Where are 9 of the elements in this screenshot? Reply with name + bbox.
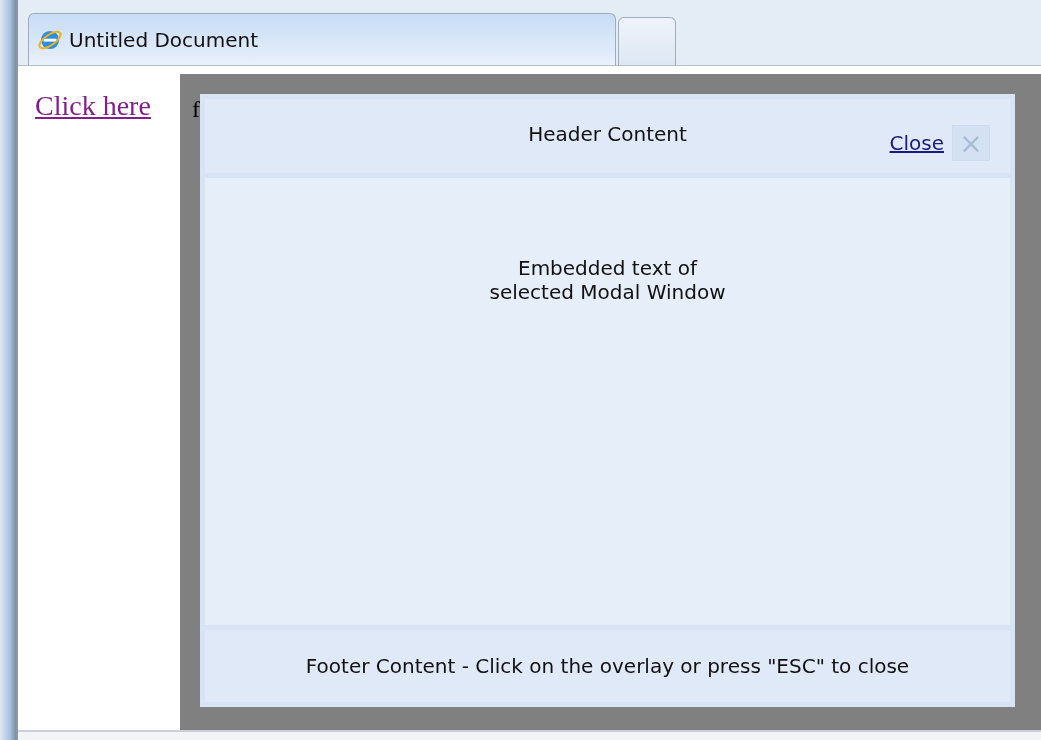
body-text: Embedded text of selected Modal Window	[489, 256, 726, 306]
click-here-link[interactable]: Click here	[35, 90, 151, 121]
page-text: f	[192, 96, 200, 123]
close-link[interactable]: Close	[889, 131, 944, 155]
footer-text: Footer Content - Click on the overlay or press "ESC" to close	[305, 654, 910, 678]
overlay[interactable]: f Header Content Close × Embedded text of selected Modal Window Footer Content - Click on the overlay or press "ESC" to close	[180, 74, 1041, 730]
header-title: Header Content	[528, 122, 687, 146]
browser-tab[interactable]	[618, 17, 676, 65]
browser-tab[interactable]: Untitled Document	[28, 13, 616, 65]
